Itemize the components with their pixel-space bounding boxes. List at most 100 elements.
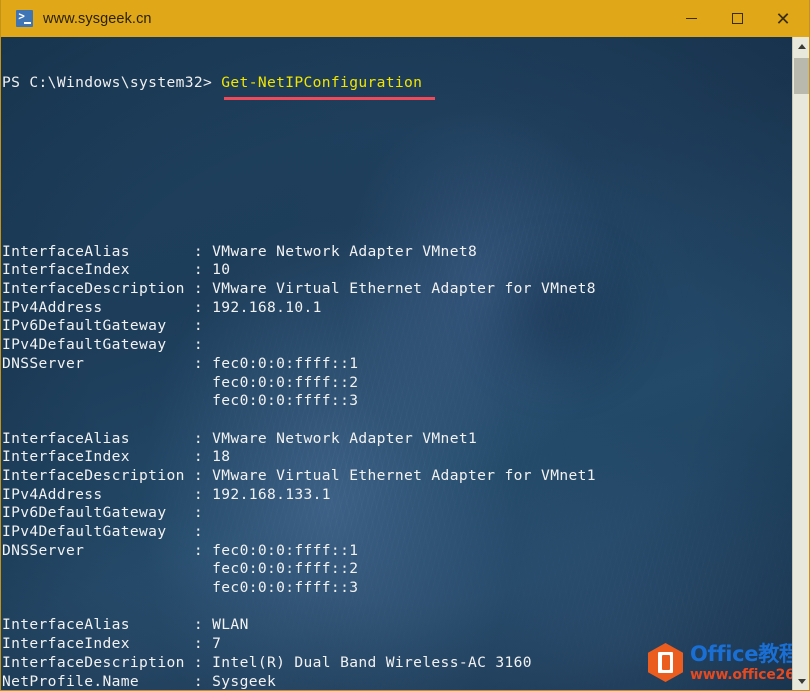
scroll-down-arrow-icon	[797, 679, 806, 684]
output-colon: :	[193, 523, 213, 540]
office-watermark: Office教程网 www.office26.com	[648, 643, 810, 682]
powershell-window: PS C:\Windows\system32> Get-NetIPConfigu…	[0, 0, 810, 691]
output-line: InterfaceDescription : VMware Virtual Et…	[2, 280, 790, 299]
output-colon: :	[193, 429, 213, 447]
output-key: InterfaceDescription	[2, 653, 194, 671]
output-line: IPv4Address : 192.168.133.1	[2, 486, 790, 505]
output-line: DNSServer : fec0:0:0:ffff::1	[2, 542, 790, 561]
output-colon: :	[193, 635, 213, 653]
output-value: fec0:0:0:ffff::2	[212, 560, 359, 578]
window-title: www.sysgeek.cn	[43, 10, 152, 27]
output-colon: :	[193, 541, 213, 559]
close-button[interactable]: ✕	[760, 0, 810, 37]
output-line: fec0:0:0:ffff::3	[2, 579, 790, 598]
output-key: IPv4DefaultGateway	[2, 336, 194, 354]
maximize-button[interactable]	[714, 0, 760, 37]
command-text: Get-NetIPConfiguration	[221, 74, 423, 92]
output-value: VMware Virtual Ethernet Adapter for VMne…	[212, 466, 596, 484]
output-line: fec0:0:0:ffff::3	[2, 392, 790, 411]
output-key	[2, 392, 194, 409]
output-key: InterfaceAlias	[2, 429, 194, 447]
output-line: InterfaceIndex : 18	[2, 448, 790, 467]
output-key: InterfaceAlias	[2, 616, 194, 634]
output-line: fec0:0:0:ffff::2	[2, 374, 790, 393]
output-value: fec0:0:0:ffff::3	[212, 579, 359, 597]
output-colon: :	[193, 653, 213, 671]
output-line: InterfaceDescription : VMware Virtual Et…	[2, 467, 790, 486]
office-document-glyph	[658, 652, 673, 673]
output-line: InterfaceAlias : WLAN	[2, 616, 790, 635]
output-value: VMware Network Adapter VMnet8	[212, 242, 478, 260]
command-underline-annotation	[224, 97, 435, 101]
output-key: InterfaceAlias	[2, 242, 194, 260]
output-key: InterfaceIndex	[2, 635, 194, 653]
output-key: InterfaceDescription	[2, 466, 194, 484]
output-colon: :	[193, 261, 213, 279]
output-colon	[194, 560, 212, 577]
output-key: IPv6DefaultGateway	[2, 504, 194, 522]
output-colon: :	[193, 354, 213, 372]
output-line: DNSServer : fec0:0:0:ffff::1	[2, 355, 790, 374]
output-key	[2, 374, 194, 391]
output-colon: :	[193, 298, 213, 316]
window-titlebar[interactable]: www.sysgeek.cn ✕	[0, 0, 810, 37]
console-output: PS C:\Windows\system32> Get-NetIPConfigu…	[2, 37, 790, 691]
output-value: 10	[212, 261, 231, 279]
output-value: 192.168.133.1	[212, 485, 331, 503]
output-key: IPv4DefaultGateway	[2, 523, 194, 540]
output-colon: :	[193, 504, 213, 522]
output-key	[2, 560, 194, 577]
output-key	[2, 579, 194, 596]
output-value: VMware Network Adapter VMnet1	[212, 429, 478, 447]
output-key: NetProfile.Name	[2, 672, 194, 690]
output-line: InterfaceAlias : VMware Network Adapter …	[2, 243, 790, 262]
output-line: IPv4DefaultGateway :	[2, 523, 790, 542]
output-key: IPv4Address	[2, 298, 194, 316]
output-value: WLAN	[212, 616, 249, 634]
output-colon: :	[193, 336, 213, 354]
output-colon: :	[193, 317, 213, 335]
output-rows-container: InterfaceAlias : VMware Network Adapter …	[2, 243, 790, 691]
output-line: fec0:0:0:ffff::2	[2, 560, 790, 579]
scrollbar-thumb[interactable]	[794, 58, 810, 94]
titlebar-left-group: www.sysgeek.cn	[0, 10, 668, 27]
output-colon: :	[193, 242, 213, 260]
output-line: IPv6DefaultGateway :	[2, 317, 790, 336]
output-key: DNSServer	[2, 541, 194, 559]
output-colon: :	[193, 448, 213, 466]
output-key: InterfaceDescription	[2, 280, 194, 298]
output-colon	[194, 392, 212, 409]
minimize-button[interactable]	[668, 0, 714, 37]
prompt-line: PS C:\Windows\system32> Get-NetIPConfigu…	[2, 74, 790, 101]
output-value: 7	[212, 635, 222, 653]
output-line: IPv6DefaultGateway :	[2, 504, 790, 523]
output-colon: :	[193, 672, 213, 690]
scroll-up-arrow-icon	[797, 44, 806, 49]
scroll-up-button[interactable]	[793, 37, 810, 56]
output-value: fec0:0:0:ffff::3	[212, 392, 359, 410]
terminal-body[interactable]: PS C:\Windows\system32> Get-NetIPConfigu…	[0, 37, 810, 691]
output-value: fec0:0:0:ffff::2	[212, 373, 359, 391]
vertical-scrollbar[interactable]	[792, 37, 810, 691]
output-value: fec0:0:0:ffff::1	[212, 354, 359, 372]
scroll-down-button[interactable]	[793, 672, 810, 691]
output-key: InterfaceIndex	[2, 261, 194, 279]
output-key: InterfaceIndex	[2, 448, 194, 466]
powershell-icon	[16, 10, 33, 27]
output-line: IPv4Address : 192.168.10.1	[2, 299, 790, 318]
output-colon: :	[193, 466, 213, 484]
output-value: VMware Virtual Ethernet Adapter for VMne…	[212, 280, 596, 298]
output-line: InterfaceAlias : VMware Network Adapter …	[2, 430, 790, 449]
output-line: InterfaceIndex : 10	[2, 261, 790, 280]
output-value: 192.168.10.1	[212, 298, 322, 316]
office-logo-icon	[648, 643, 683, 682]
output-colon: :	[193, 616, 213, 634]
output-colon	[194, 374, 212, 391]
output-value: Intel(R) Dual Band Wireless-AC 3160	[212, 653, 532, 671]
prompt-text: PS C:\Windows\system32>	[2, 74, 222, 92]
output-key: IPv6DefaultGateway	[2, 317, 194, 335]
